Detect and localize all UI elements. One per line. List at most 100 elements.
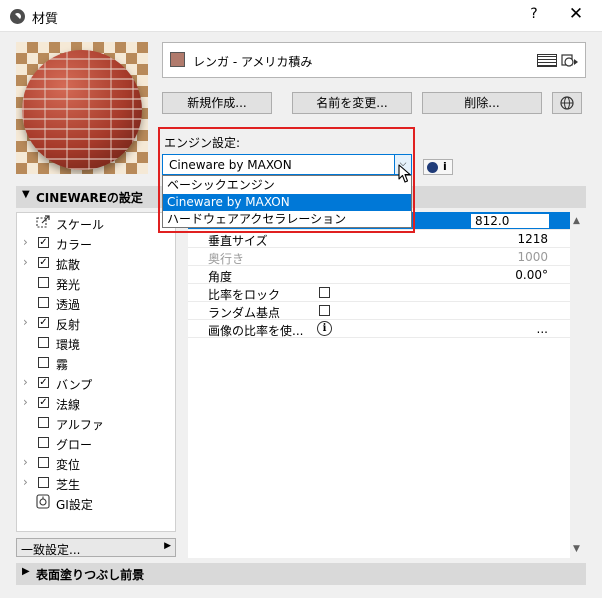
material-menu-icon[interactable] bbox=[561, 53, 579, 69]
prop-value: 1000 bbox=[517, 250, 548, 264]
material-preview bbox=[16, 42, 148, 174]
scroll-down-icon[interactable]: ▼ bbox=[573, 544, 580, 554]
channel-tree[interactable]: スケール › ✓ カラー › ✓ 拡散 発光 透過 › ✓ 反射 環境 霧 › … bbox=[16, 212, 176, 532]
surface-fill-section-title: 表面塗りつぶし前景 bbox=[36, 568, 145, 582]
material-name: レンガ - アメリカ積み bbox=[193, 55, 313, 69]
tree-item-luminance[interactable]: 発光 bbox=[17, 273, 175, 293]
tree-item-normal[interactable]: › ✓ 法線 bbox=[17, 393, 175, 413]
tree-item-bump[interactable]: › ✓ バンプ bbox=[17, 373, 175, 393]
prop-row-lock-ratio[interactable]: 比率をロック bbox=[188, 284, 570, 302]
channel-checkbox[interactable] bbox=[38, 277, 49, 288]
tree-item-reflection[interactable]: › ✓ 反射 bbox=[17, 313, 175, 333]
tree-item-label: バンプ bbox=[56, 378, 93, 392]
channel-checkbox[interactable] bbox=[38, 337, 49, 348]
rename-button[interactable]: 名前を変更... bbox=[292, 92, 412, 114]
tree-item-diffuse[interactable]: › ✓ 拡散 bbox=[17, 253, 175, 273]
prop-row-use-image-ratio[interactable]: 画像の比率を使... i ... bbox=[188, 320, 570, 338]
tree-item-label: グロー bbox=[56, 438, 93, 452]
info-icon[interactable]: i bbox=[317, 321, 332, 336]
prop-label: 奥行き bbox=[208, 252, 245, 266]
prop-label: 角度 bbox=[208, 270, 233, 284]
hatch-pattern-icon bbox=[537, 54, 557, 67]
delete-button[interactable]: 削除... bbox=[422, 92, 542, 114]
expand-chevron-icon[interactable]: › bbox=[23, 455, 28, 469]
tree-item-environment[interactable]: 環境 bbox=[17, 333, 175, 353]
channel-checkbox[interactable] bbox=[38, 477, 49, 488]
random-origin-checkbox[interactable] bbox=[319, 305, 330, 316]
tree-item-transparency[interactable]: 透過 bbox=[17, 293, 175, 313]
channel-checkbox[interactable]: ✓ bbox=[38, 377, 49, 388]
tree-item-label: 霧 bbox=[56, 358, 69, 372]
prop-value[interactable]: 1218 bbox=[517, 232, 548, 246]
expand-chevron-icon[interactable]: › bbox=[23, 255, 28, 269]
prop-label: 垂直サイズ bbox=[208, 234, 268, 248]
tree-item-label: 発光 bbox=[56, 278, 81, 292]
channel-checkbox[interactable] bbox=[38, 457, 49, 468]
prop-value[interactable]: ... bbox=[537, 322, 548, 336]
tree-item-label: 変位 bbox=[56, 458, 81, 472]
globe-button[interactable] bbox=[552, 92, 582, 114]
cinema4d-info-button[interactable]: i bbox=[423, 159, 453, 175]
prop-row-angle[interactable]: 角度 0.00° bbox=[188, 266, 570, 284]
width-input[interactable]: 812.0 bbox=[470, 213, 550, 229]
channel-checkbox[interactable] bbox=[38, 417, 49, 428]
archicad-icon bbox=[10, 9, 25, 24]
tree-item-label: スケール bbox=[56, 218, 105, 232]
tree-item-label: 芝生 bbox=[56, 478, 81, 492]
window-title: 材質 bbox=[32, 12, 59, 27]
lock-ratio-checkbox[interactable] bbox=[319, 287, 330, 298]
channel-checkbox[interactable]: ✓ bbox=[38, 237, 49, 248]
prop-value[interactable]: 0.00° bbox=[515, 268, 548, 282]
channel-checkbox[interactable]: ✓ bbox=[38, 397, 49, 408]
tree-item-displacement[interactable]: › 変位 bbox=[17, 453, 175, 473]
tree-item-label: アルファ bbox=[56, 418, 104, 432]
channel-checkbox[interactable] bbox=[38, 297, 49, 308]
tree-item-label: 拡散 bbox=[56, 258, 81, 272]
channel-checkbox[interactable]: ✓ bbox=[38, 317, 49, 328]
channel-checkbox[interactable] bbox=[38, 357, 49, 368]
tree-item-gi-settings[interactable]: GI設定 bbox=[17, 493, 175, 513]
tree-item-label: 法線 bbox=[56, 398, 81, 412]
triangle-right-icon: ▶ bbox=[164, 541, 171, 551]
properties-panel: 812.0 垂直サイズ 1218 奥行き 1000 角度 0.00° 比率をロッ… bbox=[188, 212, 570, 558]
consistency-settings-label: 一致設定... bbox=[21, 543, 81, 557]
cinema4d-icon bbox=[427, 162, 438, 173]
prop-row-random-origin[interactable]: ランダム基点 bbox=[188, 302, 570, 320]
gi-settings-icon bbox=[36, 494, 50, 513]
material-swatch bbox=[170, 52, 185, 67]
highlight-frame bbox=[158, 127, 415, 233]
tree-item-alpha[interactable]: アルファ bbox=[17, 413, 175, 433]
info-icon: i bbox=[443, 160, 447, 173]
expand-chevron-icon[interactable]: › bbox=[23, 315, 28, 329]
mouse-cursor-icon bbox=[398, 164, 412, 187]
tree-item-label: 環境 bbox=[56, 338, 81, 352]
material-selector[interactable]: レンガ - アメリカ積み bbox=[162, 42, 586, 78]
tree-item-grass[interactable]: › 芝生 bbox=[17, 473, 175, 493]
cineware-section-title: CINEWAREの設定 bbox=[36, 191, 143, 205]
channel-checkbox[interactable]: ✓ bbox=[38, 257, 49, 268]
scroll-up-icon[interactable]: ▲ bbox=[573, 216, 580, 226]
scale-icon bbox=[36, 214, 51, 233]
consistency-settings-button[interactable]: 一致設定... ▶ bbox=[16, 538, 176, 557]
expand-chevron-icon[interactable]: › bbox=[23, 395, 28, 409]
close-button[interactable]: ✕ bbox=[566, 4, 586, 24]
help-button[interactable]: ? bbox=[526, 6, 542, 22]
expand-chevron-icon[interactable]: › bbox=[23, 375, 28, 389]
tree-item-glow[interactable]: グロー bbox=[17, 433, 175, 453]
expand-chevron-icon[interactable]: › bbox=[23, 235, 28, 249]
tree-item-color[interactable]: › ✓ カラー bbox=[17, 233, 175, 253]
properties-scrollbar[interactable]: ▲ ▼ bbox=[570, 212, 586, 558]
channel-checkbox[interactable] bbox=[38, 437, 49, 448]
globe-icon bbox=[560, 96, 574, 110]
expand-chevron-icon[interactable]: › bbox=[23, 475, 28, 489]
prop-label: 比率をロック bbox=[208, 288, 281, 302]
collapse-triangle-icon: ▼ bbox=[22, 189, 30, 200]
surface-fill-section-header[interactable]: ▶ 表面塗りつぶし前景 bbox=[16, 563, 586, 585]
tree-item-scale[interactable]: スケール bbox=[17, 213, 175, 233]
tree-item-label: カラー bbox=[56, 238, 93, 252]
new-material-button[interactable]: 新規作成... bbox=[162, 92, 272, 114]
tree-item-fog[interactable]: 霧 bbox=[17, 353, 175, 373]
prop-label: ランダム基点 bbox=[208, 306, 281, 320]
title-bar: 材質 ? ✕ bbox=[0, 0, 602, 32]
prop-label: 画像の比率を使... bbox=[208, 324, 304, 338]
